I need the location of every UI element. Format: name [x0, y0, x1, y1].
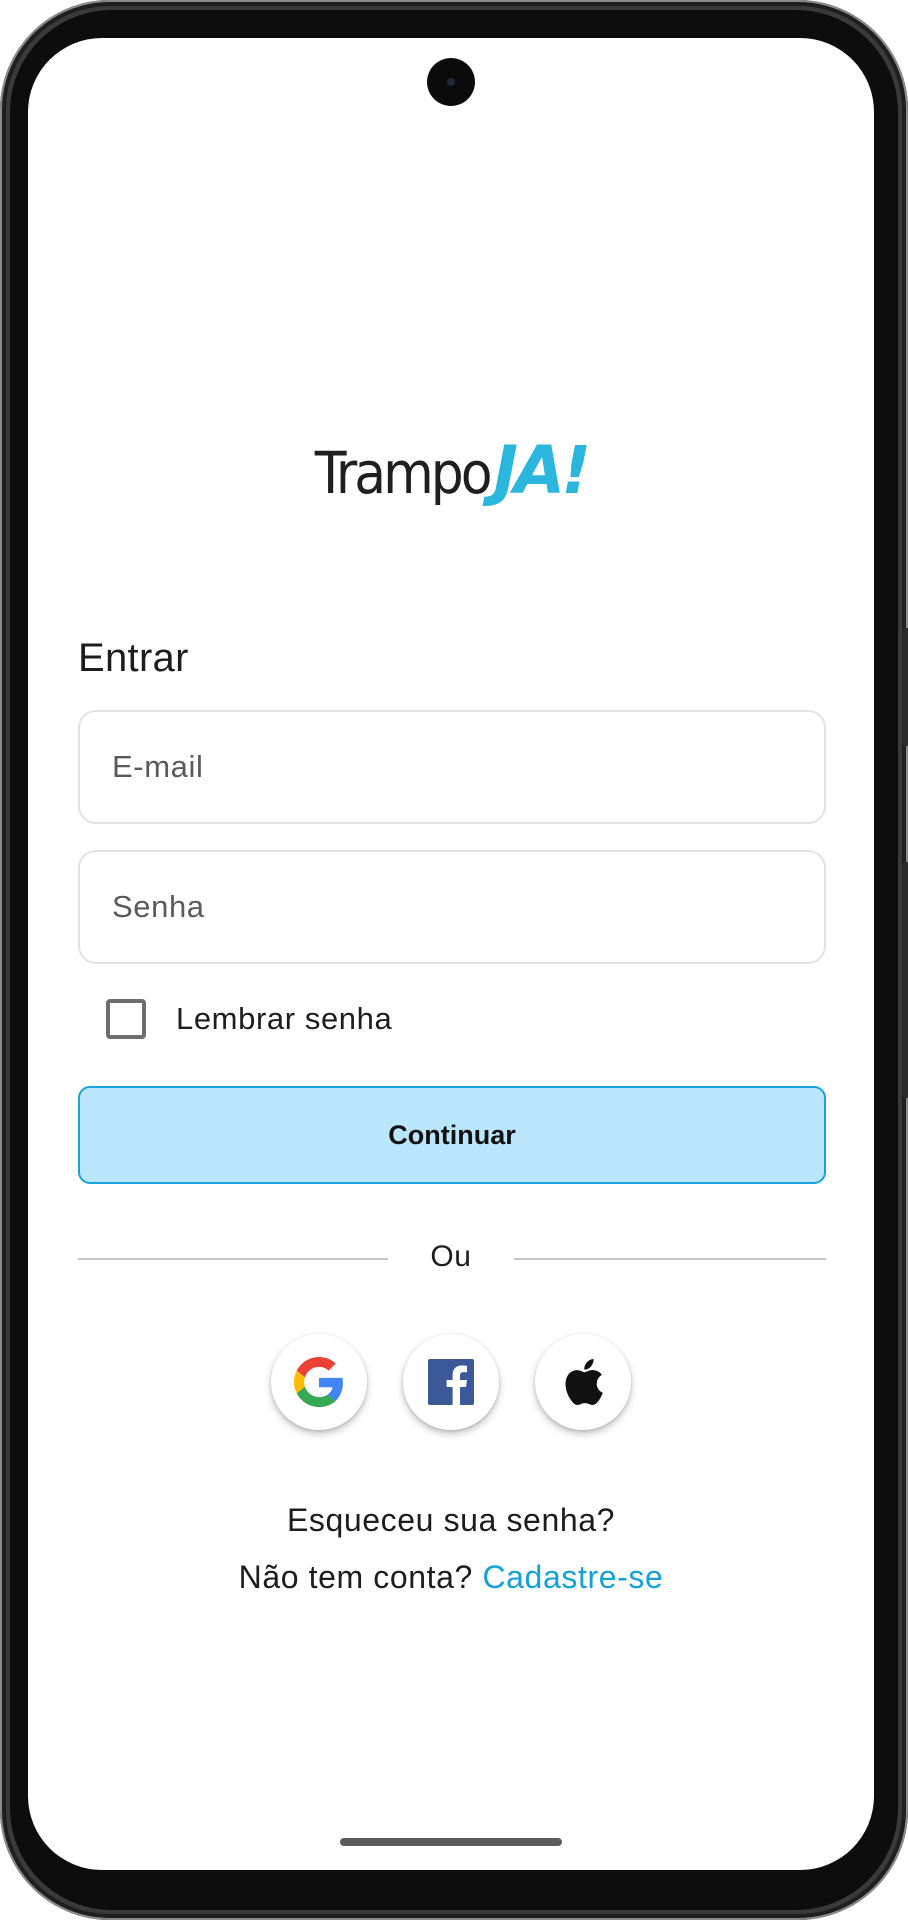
- apple-login-button[interactable]: [535, 1334, 631, 1430]
- divider-or-text: Ou: [430, 1240, 472, 1273]
- no-account-text: Não tem conta?: [238, 1559, 473, 1595]
- app-logo: TrampoJA!: [28, 432, 874, 509]
- google-icon: [294, 1357, 343, 1407]
- facebook-icon: [428, 1359, 474, 1405]
- password-field[interactable]: [78, 850, 826, 964]
- forgot-password-link[interactable]: Esqueceu sua senha?: [28, 1502, 874, 1539]
- front-camera: [427, 58, 475, 106]
- google-login-button[interactable]: [271, 1334, 367, 1430]
- power-button: [902, 628, 908, 746]
- page-title: Entrar: [78, 636, 189, 680]
- login-screen: TrampoJA! Entrar Lembrar senha Continuar…: [28, 38, 874, 1870]
- logo-text-trampo: Trampo: [314, 440, 493, 508]
- password-input[interactable]: [110, 852, 800, 962]
- home-indicator-bar[interactable]: [340, 1838, 562, 1846]
- remember-password-label[interactable]: Lembrar senha: [176, 1001, 392, 1037]
- phone-frame: TrampoJA! Entrar Lembrar senha Continuar…: [0, 0, 908, 1920]
- continue-button[interactable]: Continuar: [78, 1086, 826, 1184]
- volume-button: [902, 862, 908, 1098]
- divider-line-right: [514, 1258, 826, 1260]
- signup-link[interactable]: Cadastre-se: [482, 1559, 663, 1595]
- email-field[interactable]: [78, 710, 826, 824]
- logo-text-ja: JA!: [493, 432, 592, 509]
- remember-password-checkbox[interactable]: [106, 999, 146, 1039]
- facebook-login-button[interactable]: [403, 1334, 499, 1430]
- apple-icon: [565, 1359, 603, 1405]
- signup-row: Não tem conta? Cadastre-se: [28, 1559, 874, 1596]
- remember-password-row[interactable]: Lembrar senha: [106, 999, 392, 1039]
- email-input[interactable]: [110, 712, 800, 822]
